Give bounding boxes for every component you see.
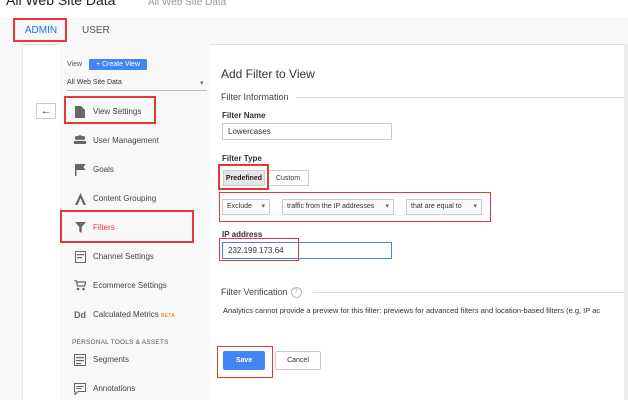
- top-crumb[interactable]: All Web Site Data: [148, 0, 226, 8]
- tab-user[interactable]: USER: [82, 18, 110, 44]
- sidebar-item-annotations[interactable]: Annotations: [60, 378, 210, 402]
- back-arrow-icon[interactable]: ←: [36, 103, 56, 119]
- verification-text: Analytics cannot provide a preview for t…: [223, 306, 601, 315]
- channel-icon: [74, 251, 86, 263]
- sidebar-item-label: Goals: [93, 165, 114, 174]
- property-title: All Web Site Data: [6, 0, 116, 8]
- highlight-box-ip: [219, 238, 299, 261]
- sidebar-item-label: Channel Settings: [93, 252, 154, 261]
- sidebar-item-goals[interactable]: Goals: [60, 159, 210, 183]
- highlight-box-view-settings: [64, 96, 156, 124]
- sidebar-item-calculated-metrics[interactable]: Dd Calculated Metrics BETA: [60, 304, 210, 328]
- right-scroll-shade: [624, 44, 628, 400]
- view-label: View: [67, 61, 83, 68]
- dd-icon: Dd: [74, 310, 86, 320]
- section-title-filter-verification: Filter Verification?: [221, 287, 302, 299]
- view-select[interactable]: All Web Site Data: [67, 79, 207, 91]
- highlight-box-save: [217, 346, 273, 378]
- annotation-icon: [74, 383, 86, 396]
- sidebar-item-label: Calculated Metrics: [93, 310, 159, 319]
- sidebar-item-label: Content Grouping: [93, 194, 157, 203]
- flag-icon: [74, 164, 86, 176]
- sidebar-item-user-management[interactable]: User Management: [60, 130, 210, 154]
- sidebar-item-ecommerce-settings[interactable]: Ecommerce Settings: [60, 275, 210, 299]
- cancel-button[interactable]: Cancel: [275, 351, 321, 370]
- custom-button[interactable]: Custom: [267, 170, 309, 186]
- section-header-personal-tools: PERSONAL TOOLS & ASSETS: [72, 339, 169, 346]
- grouping-icon: [74, 193, 86, 205]
- sidebar-item-channel-settings[interactable]: Channel Settings: [60, 246, 210, 270]
- sidebar-item-label-wrap: Calculated Metrics BETA: [93, 310, 175, 319]
- help-icon[interactable]: ?: [290, 287, 302, 299]
- highlight-box-dropdowns: [219, 192, 491, 222]
- filter-name-label: Filter Name: [222, 111, 266, 120]
- filter-name-input[interactable]: Lowercases: [222, 123, 392, 140]
- highlight-box-predefined: [218, 164, 269, 190]
- highlight-box-filters: [60, 210, 194, 243]
- left-gutter: [0, 44, 23, 400]
- sidebar-item-label: Ecommerce Settings: [93, 281, 167, 290]
- divider: [313, 292, 624, 293]
- sidebar-item-segments[interactable]: Segments: [60, 349, 210, 373]
- filter-type-label: Filter Type: [222, 154, 262, 163]
- sidebar-item-label: Segments: [93, 355, 130, 364]
- divider: [296, 97, 624, 98]
- create-view-button[interactable]: + Create View: [89, 59, 147, 70]
- section-title-filter-information: Filter Information: [221, 92, 289, 102]
- cart-icon: [74, 279, 87, 292]
- page-title: Add Filter to View: [221, 67, 315, 81]
- segments-icon: [74, 354, 86, 366]
- verification-title-text: Filter Verification: [221, 287, 288, 297]
- chevron-down-icon: ▾: [200, 80, 204, 87]
- beta-badge: BETA: [160, 313, 175, 319]
- highlight-box-admin: [13, 18, 67, 42]
- sidebar-item-label: User Management: [93, 136, 159, 145]
- sidebar-item-content-grouping[interactable]: Content Grouping: [60, 188, 210, 212]
- users-icon: [74, 135, 86, 147]
- sidebar-item-label: Annotations: [93, 384, 136, 393]
